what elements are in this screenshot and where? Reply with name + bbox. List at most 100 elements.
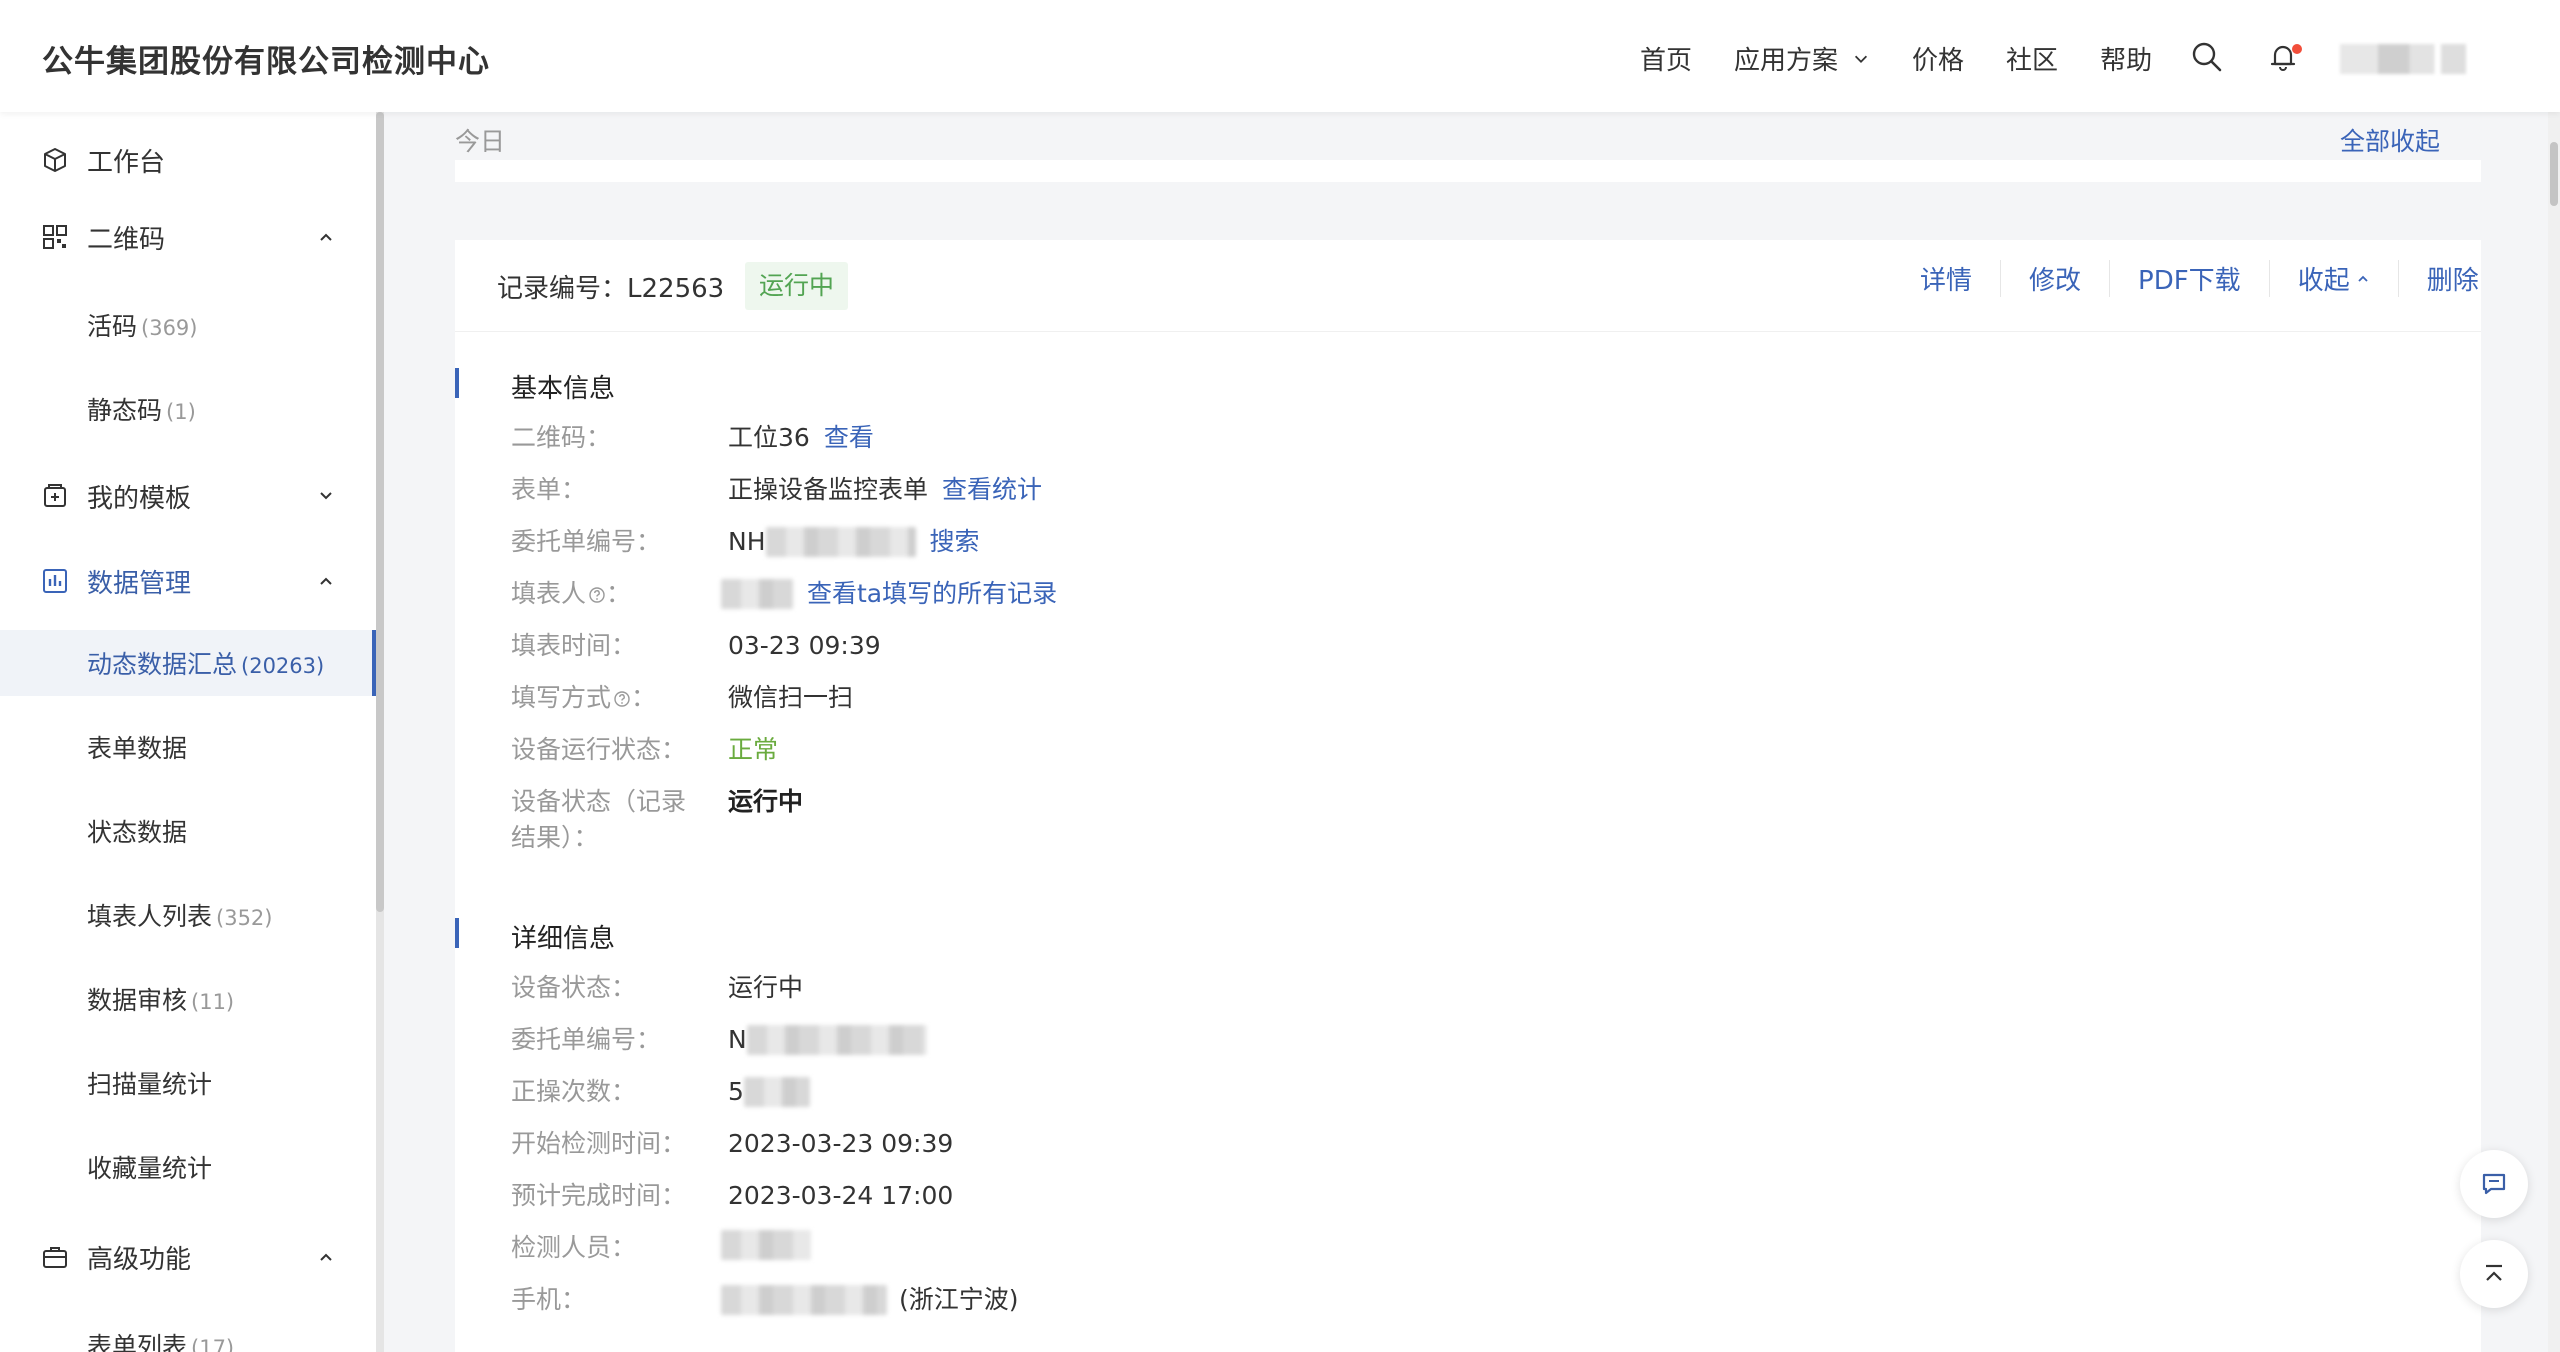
page-scrollbar-thumb[interactable] [2550, 142, 2558, 206]
field-label: 委托单编号： [511, 1025, 662, 1054]
chart-icon [43, 569, 67, 593]
today-strip [455, 160, 2481, 182]
nav-community[interactable]: 社区 [2006, 40, 2058, 77]
redacted-text [765, 527, 916, 557]
chevron-up-icon [320, 577, 332, 585]
help-circle-icon[interactable] [588, 586, 606, 604]
template-icon [44, 484, 66, 507]
edit-button[interactable]: 修改 [2000, 260, 2109, 297]
redacted-text [743, 1077, 810, 1107]
operate-count-value: 5 [728, 1077, 744, 1106]
field-label: 填表人 ： [511, 576, 691, 612]
nav-help-label: 帮助 [2100, 46, 2153, 76]
field-value: 运行中 [728, 787, 804, 816]
sidebar-item-dynamic-summary[interactable]: 动态数据汇总 (20263) [0, 630, 376, 696]
sidebar-item-fav-stats[interactable]: 收藏量统计 [0, 1134, 376, 1200]
sidebar-group-data-mgmt[interactable]: 数据管理 [0, 551, 376, 611]
nav-pricing[interactable]: 价格 [1912, 40, 1964, 77]
chat-icon [2482, 1173, 2506, 1195]
delete-button[interactable]: 删除 [2397, 260, 2507, 297]
view-stats-link[interactable]: 查看统计 [942, 472, 1042, 508]
sidebar-item-static-code[interactable]: 静态码 (1) [0, 376, 376, 442]
brand-title[interactable]: 公牛集团股份有限公司检测中心 [42, 36, 490, 81]
field-label: 手机： [511, 1285, 587, 1314]
order-no-value: NH [728, 527, 766, 556]
nav-solutions-label: 应用方案 [1734, 46, 1839, 76]
main-nav: 首页 应用方案 价格 社区 帮助 [1640, 40, 2194, 77]
field-inspector: 检测人员： [455, 1230, 2481, 1270]
sidebar-item-status-data[interactable]: 状态数据 [0, 798, 376, 864]
view-filler-records-link[interactable]: 查看ta填写的所有记录 [807, 576, 1057, 612]
chat-button[interactable] [2460, 1150, 2528, 1218]
sidebar-item-form-data[interactable]: 表单数据 [0, 714, 376, 780]
sidebar-item-label: 二维码 [87, 224, 166, 255]
sidebar-item-label: 表单数据 [87, 734, 188, 763]
sidebar-scrollbar-thumb[interactable] [376, 112, 384, 912]
sidebar-item-workbench[interactable]: 工作台 [0, 130, 376, 190]
pdf-download-button[interactable]: PDF下载 [2109, 260, 2269, 297]
sidebar-group-templates[interactable]: 我的模板 [0, 466, 376, 526]
field-value: 正常 [728, 735, 779, 764]
sidebar-item-data-review[interactable]: 数据审核 (11) [0, 966, 376, 1032]
page-scrollbar[interactable] [2548, 112, 2560, 1352]
help-circle-icon[interactable] [613, 690, 631, 708]
back-to-top-button[interactable] [2460, 1240, 2528, 1308]
field-label: 预计完成时间： [511, 1181, 687, 1210]
sidebar-item-label: 高级功能 [87, 1244, 192, 1275]
edit-label: 修改 [2029, 266, 2082, 296]
view-qrcode-link[interactable]: 查看 [824, 420, 874, 456]
sidebar-item-label: 收藏量统计 [87, 1154, 213, 1183]
nav-home[interactable]: 首页 [1640, 40, 1692, 77]
user-avatar-blurred[interactable] [2340, 44, 2466, 74]
sidebar-item-label: 填表人列表 (352) [87, 897, 272, 933]
nav-solutions[interactable]: 应用方案 [1734, 40, 1870, 77]
chevron-down-icon [320, 492, 332, 500]
delete-label: 删除 [2426, 266, 2479, 296]
sidebar-group-advanced[interactable]: 高级功能 [0, 1227, 376, 1287]
field-fill-method: 填写方式 ： 微信扫一扫 [455, 680, 2481, 720]
back-to-top-icon [2486, 1264, 2502, 1281]
collapse-all-link[interactable]: 全部收起 [2340, 122, 2440, 158]
search-icon[interactable] [2190, 40, 2224, 74]
redacted-text [721, 579, 793, 609]
sidebar-item-filler-list[interactable]: 填表人列表 (352) [0, 882, 376, 948]
sidebar-item-label: 表单列表 (17) [87, 1327, 234, 1352]
field-value: 微信扫一扫 [728, 683, 854, 712]
sidebar-item-form-list[interactable]: 表单列表 (17) [0, 1312, 376, 1352]
collapse-label: 收起 [2297, 266, 2350, 296]
method-label-text: 填写方式 [511, 683, 612, 712]
field-value: (浙江宁波) [721, 1282, 1019, 1318]
detail-button[interactable]: 详情 [1892, 260, 2000, 297]
sidebar-item-scan-stats[interactable]: 扫描量统计 [0, 1050, 376, 1116]
form-list-text: 表单列表 [87, 1332, 188, 1352]
section-title-text: 基本信息 [511, 374, 616, 404]
notification-dot [2292, 44, 2302, 54]
chevron-up-icon [320, 1253, 332, 1261]
sidebar-item-label: 数据管理 [87, 568, 192, 599]
field-label: 设备运行状态： [511, 735, 687, 764]
top-header: 公牛集团股份有限公司检测中心 首页 应用方案 价格 社区 帮助 [0, 0, 2560, 112]
sidebar-item-label: 工作台 [87, 147, 166, 178]
field-qrcode: 二维码： 工位36 查看 [455, 420, 2481, 460]
phone-region: (浙江宁波) [899, 1285, 1019, 1314]
field-label: 检测人员： [511, 1233, 637, 1262]
data-review-count: (11) [191, 990, 235, 1014]
field-device-status: 设备状态（记录结果）： 运行中 [455, 784, 2481, 858]
dynamic-summary-text: 动态数据汇总 [87, 650, 238, 679]
sidebar-group-qrcode[interactable]: 二维码 [0, 207, 376, 267]
filler-label-colon: ： [606, 579, 632, 608]
sidebar-item-live-code[interactable]: 活码 (369) [0, 292, 376, 358]
field-label: 表单： [511, 475, 587, 504]
field-label: 设备状态： [511, 973, 637, 1002]
search-order-link[interactable]: 搜索 [930, 524, 980, 560]
collapse-button[interactable]: 收起 [2268, 260, 2398, 297]
nav-help[interactable]: 帮助 [2100, 40, 2152, 77]
field-value: 03-23 09:39 [728, 631, 881, 660]
filler-list-count: (352) [216, 906, 273, 930]
sidebar-item-label: 扫描量统计 [87, 1070, 213, 1099]
record-actions: 详情 修改 PDF下载 收起 删除 [1892, 260, 2507, 297]
nav-community-label: 社区 [2006, 46, 2059, 76]
sidebar-scrollbar[interactable] [376, 112, 384, 1352]
pdf-label: PDF下载 [2138, 266, 2241, 296]
record-card: 记录编号：L22563 运行中 详情 修改 PDF下载 收起 删除 基本信息 二… [455, 240, 2481, 1352]
